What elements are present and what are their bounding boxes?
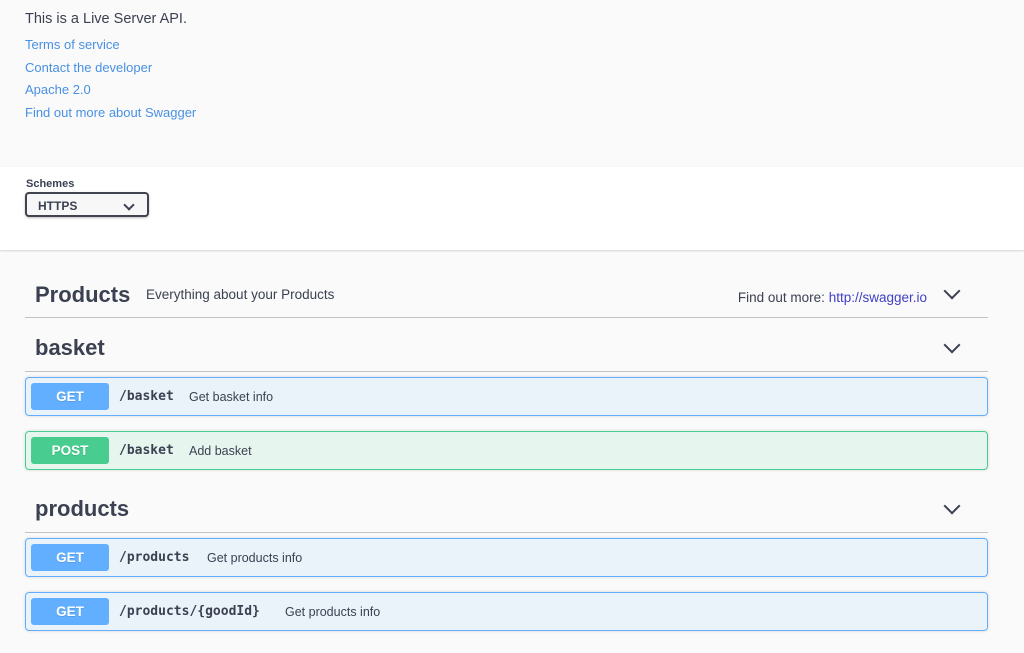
tag-external-docs: Find out more: http://swagger.io: [738, 290, 927, 305]
operation-post-basket[interactable]: POST /basket Add basket: [25, 431, 988, 470]
contact-developer-link[interactable]: Contact the developer: [25, 57, 196, 80]
operation-summary: Get basket info: [189, 390, 274, 404]
schemes-selected-value: HTTPS: [38, 199, 78, 213]
operation-path: /products: [119, 550, 190, 565]
operation-summary: Add basket: [189, 444, 252, 458]
schemes-title: Schemes: [26, 178, 75, 190]
tag-products: products: [25, 486, 988, 533]
operation-get-product-by-id[interactable]: GET /products/{goodId} Get products info: [25, 592, 988, 631]
chevron-down-icon[interactable]: [943, 497, 961, 515]
tag-products-main: Products Everything about your Products …: [25, 271, 988, 318]
operation-get-basket[interactable]: GET /basket Get basket info: [25, 377, 988, 416]
tag-header-products[interactable]: products: [25, 486, 988, 533]
license-link[interactable]: Apache 2.0: [25, 79, 196, 102]
chevron-down-icon[interactable]: [943, 282, 961, 300]
chevron-down-icon[interactable]: [943, 336, 961, 354]
tag-name: Products: [35, 282, 131, 307]
tag-header-basket[interactable]: basket: [25, 325, 988, 372]
operation-path: /basket: [119, 443, 174, 458]
method-badge: GET: [31, 383, 109, 410]
api-description: This is a Live Server API.: [25, 11, 187, 27]
method-badge: GET: [31, 544, 109, 571]
operation-summary: Get products info: [285, 605, 381, 619]
method-badge: POST: [31, 437, 109, 464]
operation-path: /products/{goodId}: [119, 604, 260, 619]
tag-basket: basket: [25, 325, 988, 372]
select-chevron-icon: [123, 199, 135, 211]
schemes-select[interactable]: HTTPS: [25, 192, 149, 217]
operation-summary: Get products info: [207, 551, 303, 565]
tag-description: Everything about your Products: [146, 287, 335, 302]
tag-header-products-main[interactable]: Products Everything about your Products …: [25, 271, 988, 318]
schemes-bar: Schemes HTTPS: [0, 167, 1024, 250]
method-badge: GET: [31, 598, 109, 625]
operation-path: /basket: [119, 389, 174, 404]
operation-get-products[interactable]: GET /products Get products info: [25, 538, 988, 577]
api-info: This is a Live Server API. Terms of serv…: [25, 10, 196, 124]
swagger-link[interactable]: Find out more about Swagger: [25, 102, 196, 125]
external-docs-link[interactable]: http://swagger.io: [829, 290, 927, 305]
tag-name: products: [35, 496, 130, 521]
external-docs-label: Find out more:: [737, 290, 825, 305]
tag-name: basket: [35, 335, 105, 360]
terms-of-service-link[interactable]: Terms of service: [25, 34, 196, 57]
